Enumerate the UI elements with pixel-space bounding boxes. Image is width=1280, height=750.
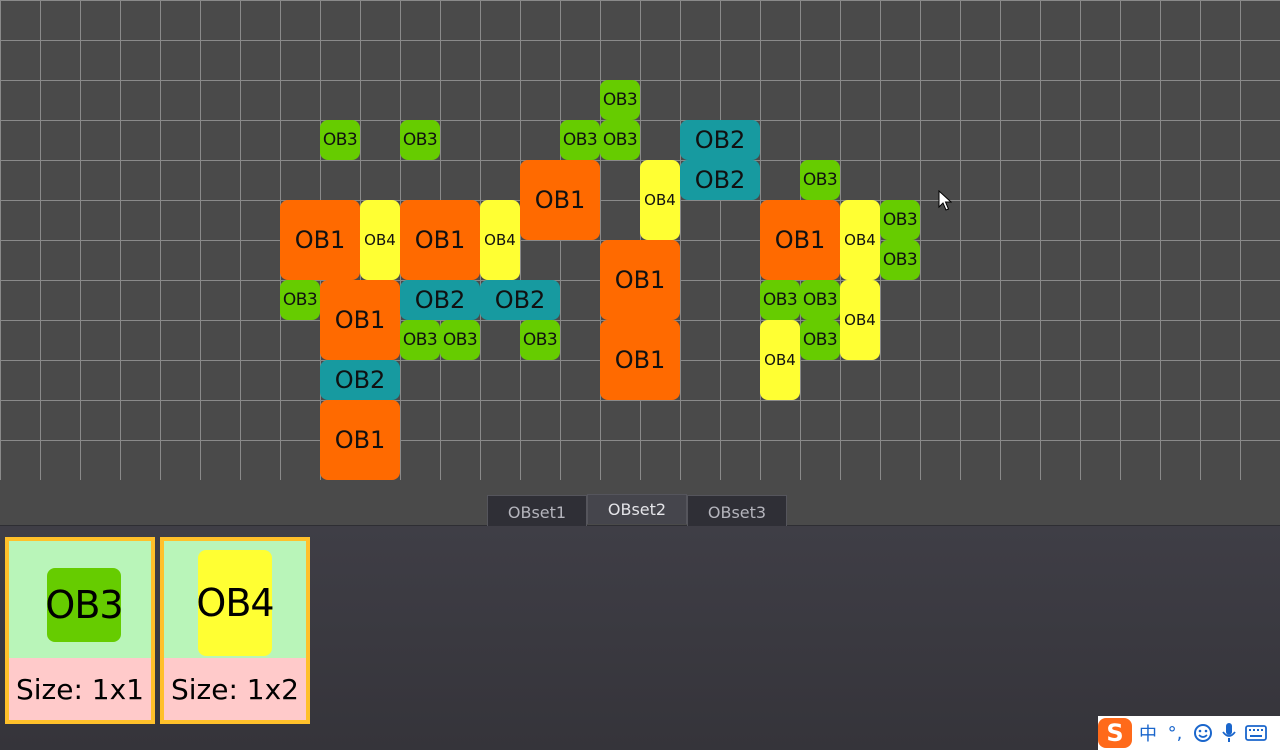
placed-tile-ob4[interactable]: OB4 <box>360 200 400 280</box>
placed-tile-ob2[interactable]: OB2 <box>400 280 480 320</box>
placed-tile-ob1[interactable]: OB1 <box>600 320 680 400</box>
placed-tile-ob3[interactable]: OB3 <box>880 200 920 240</box>
placed-tile-ob3[interactable]: OB3 <box>400 120 440 160</box>
placed-tile-ob3[interactable]: OB3 <box>880 240 920 280</box>
placed-tile-ob4[interactable]: OB4 <box>480 200 520 280</box>
placed-tile-ob3[interactable]: OB3 <box>800 280 840 320</box>
placed-tile-ob1[interactable]: OB1 <box>320 280 400 360</box>
placed-tile-ob1[interactable]: OB1 <box>600 240 680 320</box>
obset-tabs: OBset1 OBset2 OBset3 <box>487 494 787 529</box>
placed-tile-ob3[interactable]: OB3 <box>400 320 440 360</box>
placed-tile-ob3[interactable]: OB3 <box>600 80 640 120</box>
ob4-swatch: OB4 <box>196 550 275 656</box>
ob3-size-label: Size: 1x1 <box>9 658 151 720</box>
microphone-icon[interactable] <box>1216 718 1242 748</box>
palette-card-ob4[interactable]: OB4 Size: 1x2 <box>160 537 310 724</box>
placed-tile-ob3[interactable]: OB3 <box>520 320 560 360</box>
placed-tile-ob2[interactable]: OB2 <box>680 120 760 160</box>
mouse-cursor-icon <box>938 190 952 211</box>
tab-obset2[interactable]: OBset2 <box>587 494 687 524</box>
placed-tile-ob3[interactable]: OB3 <box>800 320 840 360</box>
placed-tile-ob3[interactable]: OB3 <box>560 120 600 160</box>
palette-card-ob3[interactable]: OB3 Size: 1x1 <box>5 537 155 724</box>
placed-tile-ob4[interactable]: OB4 <box>760 320 800 400</box>
ob4-size-label: Size: 1x2 <box>164 658 306 720</box>
tab-obset3[interactable]: OBset3 <box>687 495 787 529</box>
placed-tile-ob1[interactable]: OB1 <box>280 200 360 280</box>
placed-tile-ob3[interactable]: OB3 <box>600 120 640 160</box>
placed-tile-ob2[interactable]: OB2 <box>680 160 760 200</box>
placed-tile-ob2[interactable]: OB2 <box>320 360 400 400</box>
placed-tile-ob3[interactable]: OB3 <box>320 120 360 160</box>
placed-tile-ob3[interactable]: OB3 <box>800 160 840 200</box>
ime-punct-toggle[interactable]: °, <box>1160 718 1190 748</box>
placed-tile-ob1[interactable]: OB1 <box>760 200 840 280</box>
emoji-icon[interactable] <box>1190 718 1216 748</box>
ime-toolbar: S 中 °, <box>1098 716 1280 750</box>
placed-tile-ob3[interactable]: OB3 <box>440 320 480 360</box>
placed-tile-ob2[interactable]: OB2 <box>480 280 560 320</box>
placed-tile-ob4[interactable]: OB4 <box>840 280 880 360</box>
placed-tile-ob1[interactable]: OB1 <box>520 160 600 240</box>
placed-tile-ob4[interactable]: OB4 <box>640 160 680 240</box>
placed-tile-ob1[interactable]: OB1 <box>320 400 400 480</box>
keyboard-icon[interactable] <box>1242 718 1270 748</box>
placed-tile-ob3[interactable]: OB3 <box>760 280 800 320</box>
placed-tile-ob1[interactable]: OB1 <box>400 200 480 280</box>
placed-tile-ob4[interactable]: OB4 <box>840 200 880 280</box>
ime-lang-toggle[interactable]: 中 <box>1136 718 1160 748</box>
ob3-swatch: OB3 <box>45 568 124 642</box>
placed-tile-ob3[interactable]: OB3 <box>280 280 320 320</box>
ime-logo-icon[interactable]: S <box>1098 718 1132 748</box>
tab-obset1[interactable]: OBset1 <box>487 495 587 529</box>
